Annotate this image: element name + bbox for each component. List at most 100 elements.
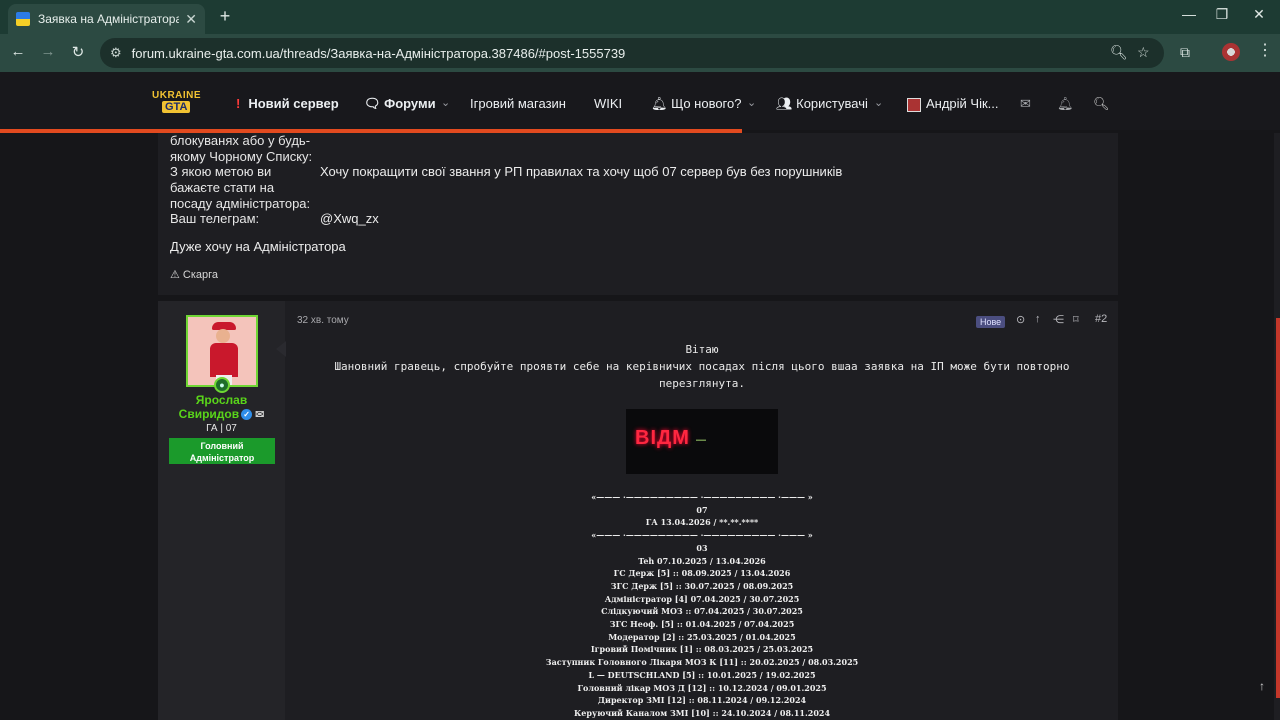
username-link[interactable]: Ярослав Свиридов ✓ ✉ xyxy=(158,393,285,422)
scroll-to-top-icon[interactable]: ↑ xyxy=(1252,676,1272,696)
nav-forums-label: Форуми xyxy=(384,96,436,111)
reaction-icon[interactable]: ⊙ xyxy=(1016,313,1025,326)
post-application: блокуванях або у будь- якому Чорному Спи… xyxy=(158,133,1118,295)
exclamation-icon: ! xyxy=(236,96,241,111)
inbox-icon[interactable]: ✉ xyxy=(1020,96,1031,112)
browser-menu-icon[interactable]: ⋮ xyxy=(1257,40,1273,60)
mail-icon[interactable]: ✉ xyxy=(255,409,264,421)
avatar-body xyxy=(210,343,238,377)
signature-separator: «——— ·————————— ·————————— ·——— » xyxy=(591,492,813,502)
signature-history-line: Адміністратор [4] 07.04.2025 / 30.07.202… xyxy=(604,593,800,604)
nav-whats-new[interactable]: 🔔︎ Що нового? xyxy=(651,96,741,112)
field-value-telegram: @Xwq_zx xyxy=(320,211,379,226)
signature-history-line: Директор ЗМІ [12] :: 08.11.2024 / 09.12.… xyxy=(597,695,807,706)
signature-history-line: Головний лікар МОЗ Д [12] :: 10.12.2024 … xyxy=(577,682,827,693)
post-closing-text: Дуже хочу на Адміністратора xyxy=(170,239,346,254)
url-text: forum.ukraine-gta.com.ua/threads/Заявка-… xyxy=(131,45,626,61)
zoom-icon[interactable]: 🔍︎ xyxy=(1110,44,1128,61)
share-icon[interactable]: ⋲ xyxy=(1053,313,1064,326)
nav-account[interactable]: Андрій Чік... xyxy=(907,96,999,112)
new-badge: Нове xyxy=(976,316,1006,328)
forward-icon[interactable]: → xyxy=(38,43,58,60)
signature-line: ГА 13.04.2026 / **.**.**** xyxy=(645,517,759,528)
message-line: перезглянута. xyxy=(658,377,746,390)
whats-new-chevron-down-icon[interactable]: ⌄ xyxy=(747,96,756,109)
gif-decoration: ▬▬ xyxy=(696,437,706,443)
field-label-line: посаду адміністратора: xyxy=(170,196,311,211)
browser-tabstrip: Заявка на Адміністратора | UK ✕ + — ❐ ✕ xyxy=(0,0,1280,34)
post-number[interactable]: #2 xyxy=(1095,313,1107,325)
signature-history-line: ЗГС Неоф. [5] :: 01.04.2025 / 07.04.2025 xyxy=(609,619,795,630)
restore-button[interactable]: ❐ xyxy=(1207,6,1237,23)
address-bar[interactable]: ⚙ forum.ukraine-gta.com.ua/threads/Заявк… xyxy=(100,38,1164,68)
post-timestamp[interactable]: 32 хв. тому xyxy=(297,315,349,326)
role-line: Головний xyxy=(200,441,244,451)
logo-bottom-text: GTA xyxy=(162,101,191,113)
signature-server: 03 xyxy=(696,542,708,553)
nav-wiki[interactable]: WIKI xyxy=(594,96,622,111)
nav-new-server[interactable]: ! Новий сервер xyxy=(236,96,339,111)
site-favicon-icon xyxy=(16,12,30,26)
browser-tab[interactable]: Заявка на Адміністратора | UK ✕ xyxy=(8,4,205,34)
role-line: Адміністратор xyxy=(189,453,255,463)
profile-avatar[interactable] xyxy=(1222,43,1240,61)
user-role-badge: Головний Адміністратор xyxy=(169,438,275,464)
signature-history-line: Заступник Головного Лікаря МОЗ К [11] ::… xyxy=(545,657,859,668)
post-message: Вітаю Шановний гравець, спробуйте проявт… xyxy=(297,341,1107,392)
signature-history-line: L — DEUTSCHLAND [5] :: 10.01.2025 / 19.0… xyxy=(588,669,816,680)
users-icon: 👥︎ xyxy=(776,96,797,111)
signature-server: 07 xyxy=(696,504,708,515)
field-label-line: блокуванях або у будь- xyxy=(170,133,311,148)
users-chevron-down-icon[interactable]: ⌄ xyxy=(874,96,883,109)
minimize-button[interactable]: — xyxy=(1174,6,1204,22)
field-label-line: З якою метою ви xyxy=(170,164,272,179)
username-first: Ярослав xyxy=(195,393,248,407)
username-last: Свиридов xyxy=(178,407,240,421)
signature-history-line: Teh 07.10.2025 / 13.04.2026 xyxy=(638,555,766,566)
signature-history-line: Ігровий Помічник [1] :: 08.03.2025 / 25.… xyxy=(590,644,814,655)
back-icon[interactable]: ← xyxy=(8,43,28,60)
search-icon[interactable]: 🔍︎ xyxy=(1093,96,1110,112)
signature-history-line: ЗГС Держ [5] :: 30.07.2025 / 08.09.2025 xyxy=(610,580,794,591)
close-window-button[interactable]: ✕ xyxy=(1244,6,1274,23)
nav-whats-new-label: Що нового? xyxy=(671,96,742,111)
nav-forums[interactable]: 🗨︎ Форуми xyxy=(364,96,436,112)
site-logo[interactable]: UKRAINE GTA xyxy=(152,90,201,116)
tab-title: Заявка на Адміністратора | UK xyxy=(38,12,180,26)
report-link[interactable]: ⚠ Скарга xyxy=(170,268,218,281)
field-label-goal: З якою метою ви бажаєте стати на посаду … xyxy=(170,164,310,212)
warning-icon: ⚠ xyxy=(170,269,180,281)
denied-gif-image: ВІДМ ▬▬ xyxy=(626,409,778,474)
field-label-line: бажаєте стати на xyxy=(170,180,275,195)
user-title: ГА | 07 xyxy=(206,423,237,434)
nav-new-server-label: Новий сервер xyxy=(248,96,339,111)
reload-icon[interactable]: ↻ xyxy=(68,43,88,61)
nav-shop[interactable]: Ігровий магазин xyxy=(470,96,566,111)
signature-history-line: Слідкуючий МОЗ :: 07.04.2025 / 30.07.202… xyxy=(601,606,803,617)
new-tab-button[interactable]: + xyxy=(214,6,236,27)
message-line: Шановний гравець, спробуйте проявти себе… xyxy=(334,360,1070,373)
close-tab-icon[interactable]: ✕ xyxy=(185,11,197,28)
bookmark-star-icon[interactable]: ☆ xyxy=(1137,44,1150,61)
upvote-arrow-icon[interactable]: ↑ xyxy=(1035,313,1041,325)
post-user-block: ● Ярослав Свиридов ✓ ✉ ГА | 07 Головний Ад… xyxy=(158,301,285,720)
gif-text: ВІДМ xyxy=(635,427,690,449)
nav-users[interactable]: 👥︎ Користувачі xyxy=(776,96,868,112)
nav-users-label: Користувачі xyxy=(796,96,868,111)
scrollbar-thumb[interactable] xyxy=(1276,318,1280,698)
signature-history-line: Модератор [2] :: 25.03.2025 / 01.04.2025 xyxy=(608,631,796,642)
alerts-bell-icon[interactable]: 🔔︎ xyxy=(1057,96,1074,112)
nav-account-label: Андрій Чік... xyxy=(926,96,999,111)
bookmark-icon[interactable]: ⌑ xyxy=(1073,313,1079,326)
forums-chevron-down-icon[interactable]: ⌄ xyxy=(441,96,450,109)
extensions-icon[interactable]: ⧉ xyxy=(1180,44,1190,61)
avatar-head xyxy=(216,329,230,343)
site-info-icon[interactable]: ⚙ xyxy=(110,45,122,61)
message-greeting: Вітаю xyxy=(685,343,719,356)
online-status-icon: ● xyxy=(214,377,230,393)
forum-chat-icon: 🗨︎ xyxy=(364,96,385,111)
browser-toolbar: ← → ↻ ⚙ forum.ukraine-gta.com.ua/threads… xyxy=(0,34,1280,72)
field-value-goal: Хочу покращити свої звання у РП правилах… xyxy=(320,164,843,179)
signature-separator: «——— ·————————— ·————————— ·——— » xyxy=(591,530,813,541)
thread-content: блокуванях або у будь- якому Чорному Спи… xyxy=(158,133,1118,720)
